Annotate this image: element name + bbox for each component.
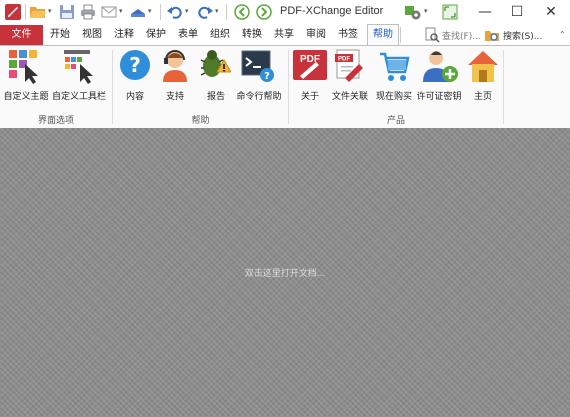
settings-dropdown-icon[interactable]: ▾ [424, 7, 428, 15]
maximize-button[interactable]: ☐ [501, 0, 533, 25]
help-icon[interactable]: ? [118, 48, 152, 84]
tab-view[interactable]: 视图 [80, 25, 104, 45]
support-button-label[interactable]: 支持 [161, 89, 189, 102]
save-icon[interactable] [58, 3, 76, 21]
open-document-hint[interactable]: 双击这里打开文档... [0, 266, 570, 279]
cart-icon[interactable] [377, 48, 411, 84]
scan-dropdown-icon[interactable]: ▾ [148, 7, 152, 15]
forward-icon[interactable] [255, 3, 273, 21]
group-label-product: 产品 [386, 116, 405, 126]
home-button-label[interactable]: 主页 [469, 89, 497, 102]
tab-protect[interactable]: 保护 [144, 25, 168, 45]
tab-bookmarks[interactable]: 书签 [336, 25, 360, 45]
theme-icon[interactable] [7, 48, 41, 84]
group-separator [503, 50, 504, 124]
svg-text:?: ? [264, 71, 270, 82]
home-icon[interactable] [466, 48, 500, 84]
file-association-button-label[interactable]: 文件关联 [330, 89, 370, 102]
group-label-help: 帮助 [191, 116, 210, 126]
email-dropdown-icon[interactable]: ▾ [119, 7, 123, 15]
ribbon-collapse-icon[interactable]: ⌃ [559, 30, 566, 39]
buy-now-button-label[interactable]: 现在购买 [374, 89, 414, 102]
redo-icon[interactable] [196, 3, 214, 21]
report-button-label[interactable]: 报告 [202, 89, 230, 102]
open-folder-icon[interactable] [29, 3, 47, 21]
tab-help[interactable]: 帮助 [367, 24, 399, 45]
tab-form[interactable]: 表单 [176, 25, 200, 45]
svg-text:PDF: PDF [338, 57, 350, 63]
document-workspace[interactable]: 双击这里打开文档... [0, 128, 570, 417]
tab-home[interactable]: 开始 [48, 25, 72, 45]
undo-dropdown-icon[interactable]: ▾ [185, 7, 189, 15]
redo-dropdown-icon[interactable]: ▾ [215, 7, 219, 15]
back-icon[interactable] [233, 3, 251, 21]
tab-share[interactable]: 共享 [272, 25, 296, 45]
toolbar-icon[interactable] [62, 48, 96, 84]
undo-icon[interactable] [166, 3, 184, 21]
search-icon[interactable] [484, 27, 500, 43]
find-button[interactable]: 查找(F)... [442, 29, 481, 42]
search-button[interactable]: 搜索(S)... [503, 29, 542, 42]
command-line-icon[interactable]: ? [240, 48, 276, 84]
close-button[interactable]: ✕ [535, 0, 567, 25]
tab-file[interactable]: 文件 [0, 25, 43, 45]
scan-icon[interactable] [129, 3, 147, 21]
pdf-about-icon[interactable]: PDF [292, 48, 328, 84]
tab-comment[interactable]: 注释 [112, 25, 136, 45]
svg-text:?: ? [129, 53, 141, 77]
minimize-button[interactable]: — [469, 0, 501, 25]
tab-organize[interactable]: 组织 [208, 25, 232, 45]
bug-report-icon[interactable] [197, 48, 231, 84]
theme-button-label[interactable]: 自定义主题 [3, 89, 49, 102]
about-button-label[interactable]: 关于 [296, 89, 324, 102]
settings-icon[interactable] [404, 3, 422, 21]
license-key-icon[interactable] [421, 48, 459, 84]
help-button-label[interactable]: 内容 [121, 89, 149, 102]
print-icon[interactable] [79, 3, 97, 21]
title-bar: ▾ ▾ ▾ ▾ ▾ PDF-XChange Editor ▾ — ☐ ✕ [0, 0, 570, 25]
support-icon[interactable] [158, 48, 192, 84]
tab-convert[interactable]: 转换 [240, 25, 264, 45]
command-line-button-label[interactable]: 命令行帮助 [233, 89, 285, 102]
fullscreen-icon[interactable] [441, 3, 459, 21]
find-icon[interactable] [424, 27, 440, 43]
license-key-button-label[interactable]: 许可证密钥 [414, 89, 464, 102]
app-logo-icon[interactable] [4, 3, 22, 21]
tab-divider [400, 27, 401, 43]
group-label-interface: 界面选项 [37, 116, 74, 126]
window-title: PDF-XChange Editor [280, 5, 384, 17]
open-dropdown-icon[interactable]: ▾ [48, 7, 52, 15]
file-association-icon[interactable]: PDF [333, 48, 367, 84]
tab-review[interactable]: 审阅 [304, 25, 328, 45]
email-icon[interactable] [100, 3, 118, 21]
toolbar-button-label[interactable]: 自定义工具栏 [51, 89, 107, 102]
